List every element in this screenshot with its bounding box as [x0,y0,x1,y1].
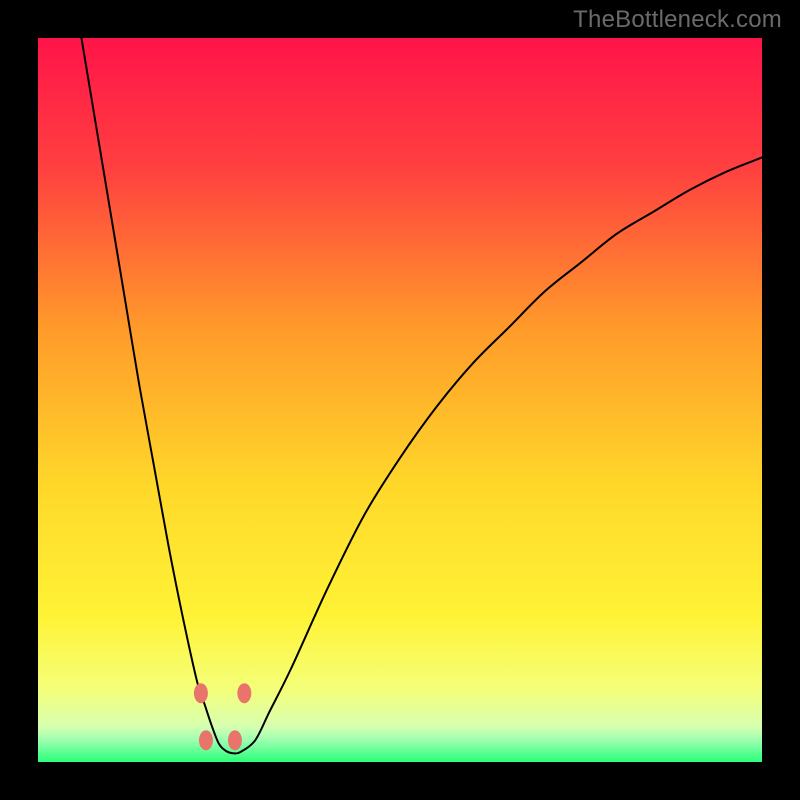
bottleneck-curve [38,38,762,762]
plot-area [38,38,762,762]
chart-frame: TheBottleneck.com [0,0,800,800]
curve-marker [228,730,242,750]
series-path [81,38,762,753]
curve-marker [237,683,251,703]
watermark-text: TheBottleneck.com [573,6,782,34]
curve-marker [199,730,213,750]
curve-marker [194,683,208,703]
